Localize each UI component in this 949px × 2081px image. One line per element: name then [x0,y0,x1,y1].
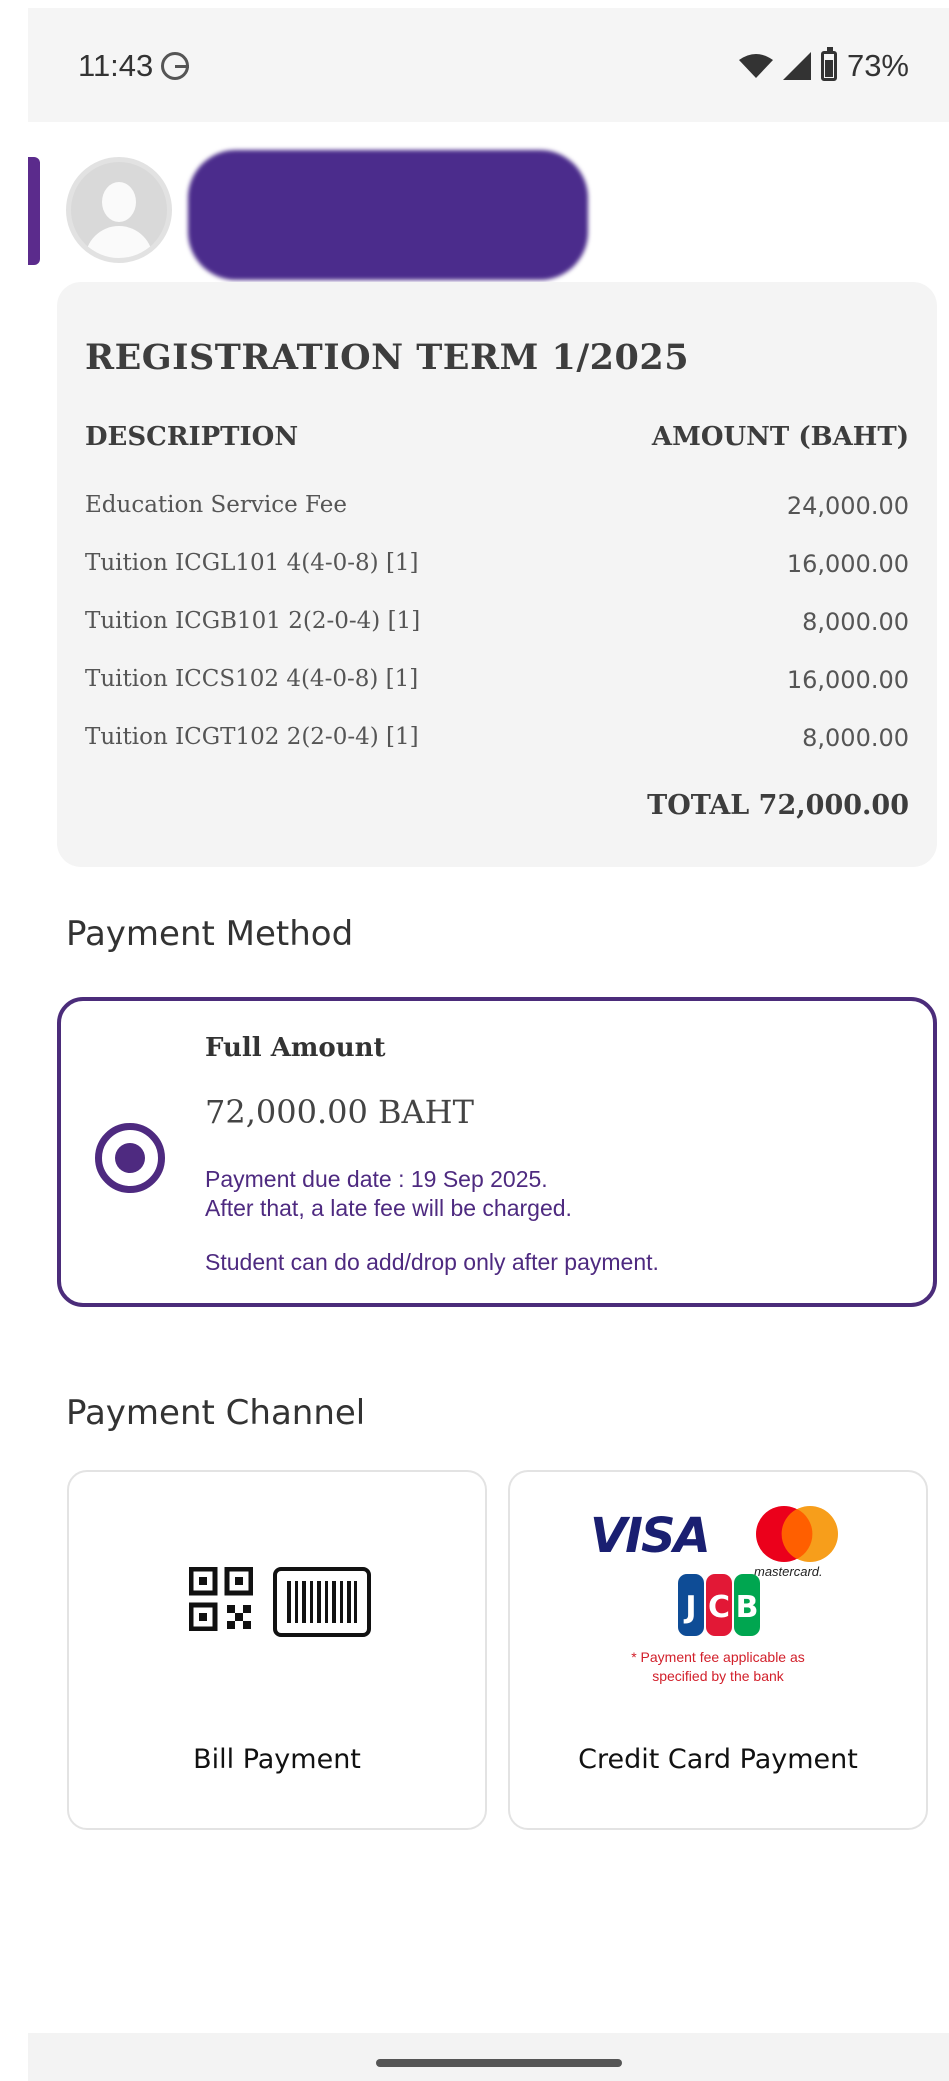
table-row: Tuition ICCS102 4(4-0-8) [1] 16,000.00 [85,666,909,706]
visa-logo: VISA [590,1508,711,1564]
credit-card-payment-button[interactable]: VISA mastercard. J C B * Payment fee app… [508,1470,928,1830]
barcode-icon [273,1567,371,1637]
bill-payment-button[interactable]: Bill Payment [67,1470,487,1830]
jcb-logo: J C B [678,1574,760,1636]
column-header-description: DESCRIPTION [85,422,299,452]
mastercard-logo [756,1506,838,1562]
avatar-body [85,226,153,258]
radio-selected-icon[interactable] [95,1123,165,1193]
due-date-line: Payment due date : 19 Sep 2025. [205,1166,548,1192]
student-name-redacted [188,150,588,280]
status-bar: 11:43 73% [28,8,949,122]
fee-amount: 16,000.00 [786,550,909,578]
full-amount-option[interactable]: Full Amount 72,000.00 BAHT Payment due d… [57,997,937,1307]
payment-method-title: Payment Method [66,914,354,954]
card-fee-note: * Payment fee applicable as specified by… [510,1648,926,1686]
status-time-group: 11:43 [78,48,190,84]
svg-text:J: J [683,1590,696,1625]
status-icons: 73% [738,47,909,84]
table-row: Education Service Fee 24,000.00 [85,492,909,532]
registration-card: REGISTRATION TERM 1/2025 DESCRIPTION AMO… [57,282,937,867]
due-date-info: Payment due date : 19 Sep 2025. After th… [205,1165,905,1223]
svg-text:C: C [708,1590,730,1625]
signal-icon [782,52,811,80]
wifi-icon [738,54,773,78]
total-amount: TOTAL 72,000.00 [647,790,909,821]
card-fee-note-line: specified by the bank [652,1668,784,1684]
avatar[interactable] [66,157,172,263]
option-amount: 72,000.00 BAHT [205,1093,474,1131]
registration-title: REGISTRATION TERM 1/2025 [85,337,690,378]
battery-icon [820,47,837,81]
profile-accent-bar [28,157,40,265]
google-icon [161,52,190,80]
qr-code-icon [189,1567,253,1631]
home-gesture-handle[interactable] [376,2059,622,2067]
credit-card-payment-label: Credit Card Payment [578,1744,858,1775]
option-title: Full Amount [205,1033,386,1063]
system-nav-bar [28,2033,949,2081]
fee-description: Tuition ICGT102 2(2-0-4) [1] [85,724,419,750]
bill-payment-label: Bill Payment [193,1744,361,1775]
fee-amount: 24,000.00 [786,492,909,520]
fee-description: Tuition ICCS102 4(4-0-8) [1] [85,666,419,692]
card-fee-note-line: * Payment fee applicable as [631,1649,805,1665]
fee-description: Tuition ICGL101 4(4-0-8) [1] [85,550,419,576]
fee-amount: 8,000.00 [802,608,909,636]
table-row: Tuition ICGB101 2(2-0-4) [1] 8,000.00 [85,608,909,648]
table-row: Tuition ICGT102 2(2-0-4) [1] 8,000.00 [85,724,909,764]
fee-description: Tuition ICGB101 2(2-0-4) [1] [85,608,421,634]
fee-amount: 8,000.00 [802,724,909,752]
table-row: Tuition ICGL101 4(4-0-8) [1] 16,000.00 [85,550,909,590]
late-fee-line: After that, a late fee will be charged. [205,1195,572,1221]
fee-description: Education Service Fee [85,492,347,518]
status-time: 11:43 [78,48,154,83]
battery-percent: 73% [846,48,909,83]
column-header-amount: AMOUNT (BAHT) [651,422,909,452]
mastercard-wordmark: mastercard. [754,1564,823,1579]
add-drop-note: Student can do add/drop only after payme… [205,1249,659,1275]
fee-amount: 16,000.00 [786,666,909,694]
avatar-head [102,182,136,222]
payment-channel-title: Payment Channel [66,1393,366,1433]
svg-text:B: B [736,1590,759,1625]
